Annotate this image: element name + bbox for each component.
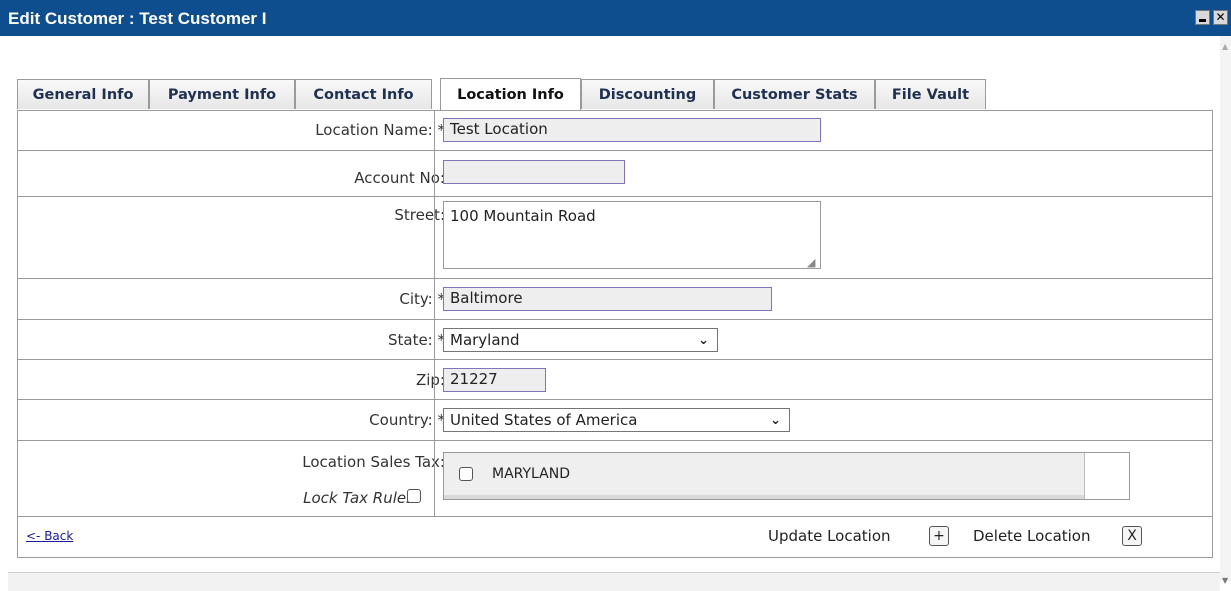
account-no-input[interactable] [443, 160, 625, 184]
state-label: State: * [387, 331, 445, 349]
zip-input[interactable]: 21227 [443, 368, 546, 392]
update-location-label: Update Location [768, 527, 891, 545]
row-account-no: Account No: [18, 151, 1212, 197]
tax-rule-name: MARYLAND [492, 466, 570, 482]
city-input[interactable]: Baltimore [443, 287, 772, 311]
street-textarea[interactable]: 100 Mountain Road [443, 201, 821, 269]
sales-tax-label: Location Sales Tax: [302, 453, 445, 471]
lock-tax-rules-label: Lock Tax Rules: [303, 489, 419, 507]
tax-rule-checkbox[interactable] [459, 467, 473, 481]
row-location-name: Location Name: * Test Location [18, 111, 1212, 151]
row-street: Street: 100 Mountain Road ◢ [18, 197, 1212, 279]
tax-rule-item: MARYLAND [444, 453, 1085, 499]
lock-tax-rules-checkbox[interactable] [407, 489, 421, 503]
location-name-input[interactable]: Test Location [443, 118, 821, 142]
state-select[interactable]: Maryland ⌄ [443, 328, 718, 352]
country-selected: United States of America [450, 411, 638, 429]
status-strip [8, 572, 1220, 591]
row-zip: Zip: 21227 [18, 360, 1212, 400]
delete-location-button[interactable]: X [1122, 526, 1142, 546]
tab-location-info[interactable]: Location Info [440, 78, 581, 111]
back-link[interactable]: <- Back [26, 529, 73, 543]
window-title: Edit Customer : Test Customer I [8, 9, 267, 28]
delete-location-label: Delete Location [973, 527, 1091, 545]
account-no-label: Account No: [354, 169, 445, 187]
window-titlebar: Edit Customer : Test Customer I ✕ [0, 0, 1231, 36]
tab-customer-stats[interactable]: Customer Stats [714, 79, 875, 109]
form-footer: <- Back Update Location + Delete Locatio… [18, 517, 1212, 557]
city-label: City: * [399, 290, 445, 308]
row-city: City: * Baltimore [18, 279, 1212, 320]
state-selected: Maryland [450, 331, 520, 349]
tab-discounting[interactable]: Discounting [581, 79, 714, 109]
resize-grip-icon[interactable]: ◢ [807, 256, 815, 269]
close-button[interactable]: ✕ [1213, 10, 1228, 25]
tab-general-info[interactable]: General Info [17, 79, 149, 109]
minimize-button[interactable] [1195, 10, 1210, 25]
tab-payment-info[interactable]: Payment Info [149, 79, 295, 109]
location-name-label: Location Name: * [315, 121, 445, 139]
chevron-down-icon: ⌄ [698, 333, 709, 348]
scroll-up-icon[interactable]: ▲ [1222, 42, 1228, 51]
chevron-down-icon: ⌄ [770, 413, 781, 428]
tab-file-vault[interactable]: File Vault [875, 79, 986, 109]
zip-label: Zip: [415, 371, 445, 389]
tab-contact-info[interactable]: Contact Info [295, 79, 432, 109]
street-label: Street: [394, 206, 445, 224]
row-state: State: * Maryland ⌄ [18, 320, 1212, 360]
scroll-down-icon[interactable]: ▼ [1222, 576, 1228, 585]
row-country: Country: * United States of America ⌄ [18, 400, 1212, 441]
tax-rules-list: MARYLAND [443, 452, 1130, 500]
row-sales-tax: Location Sales Tax: Lock Tax Rules: MARY… [18, 441, 1212, 517]
vertical-scrollbar[interactable] [1220, 36, 1231, 581]
country-select[interactable]: United States of America ⌄ [443, 408, 790, 432]
update-location-button[interactable]: + [929, 526, 949, 546]
location-form: Location Name: * Test Location Account N… [17, 110, 1213, 558]
